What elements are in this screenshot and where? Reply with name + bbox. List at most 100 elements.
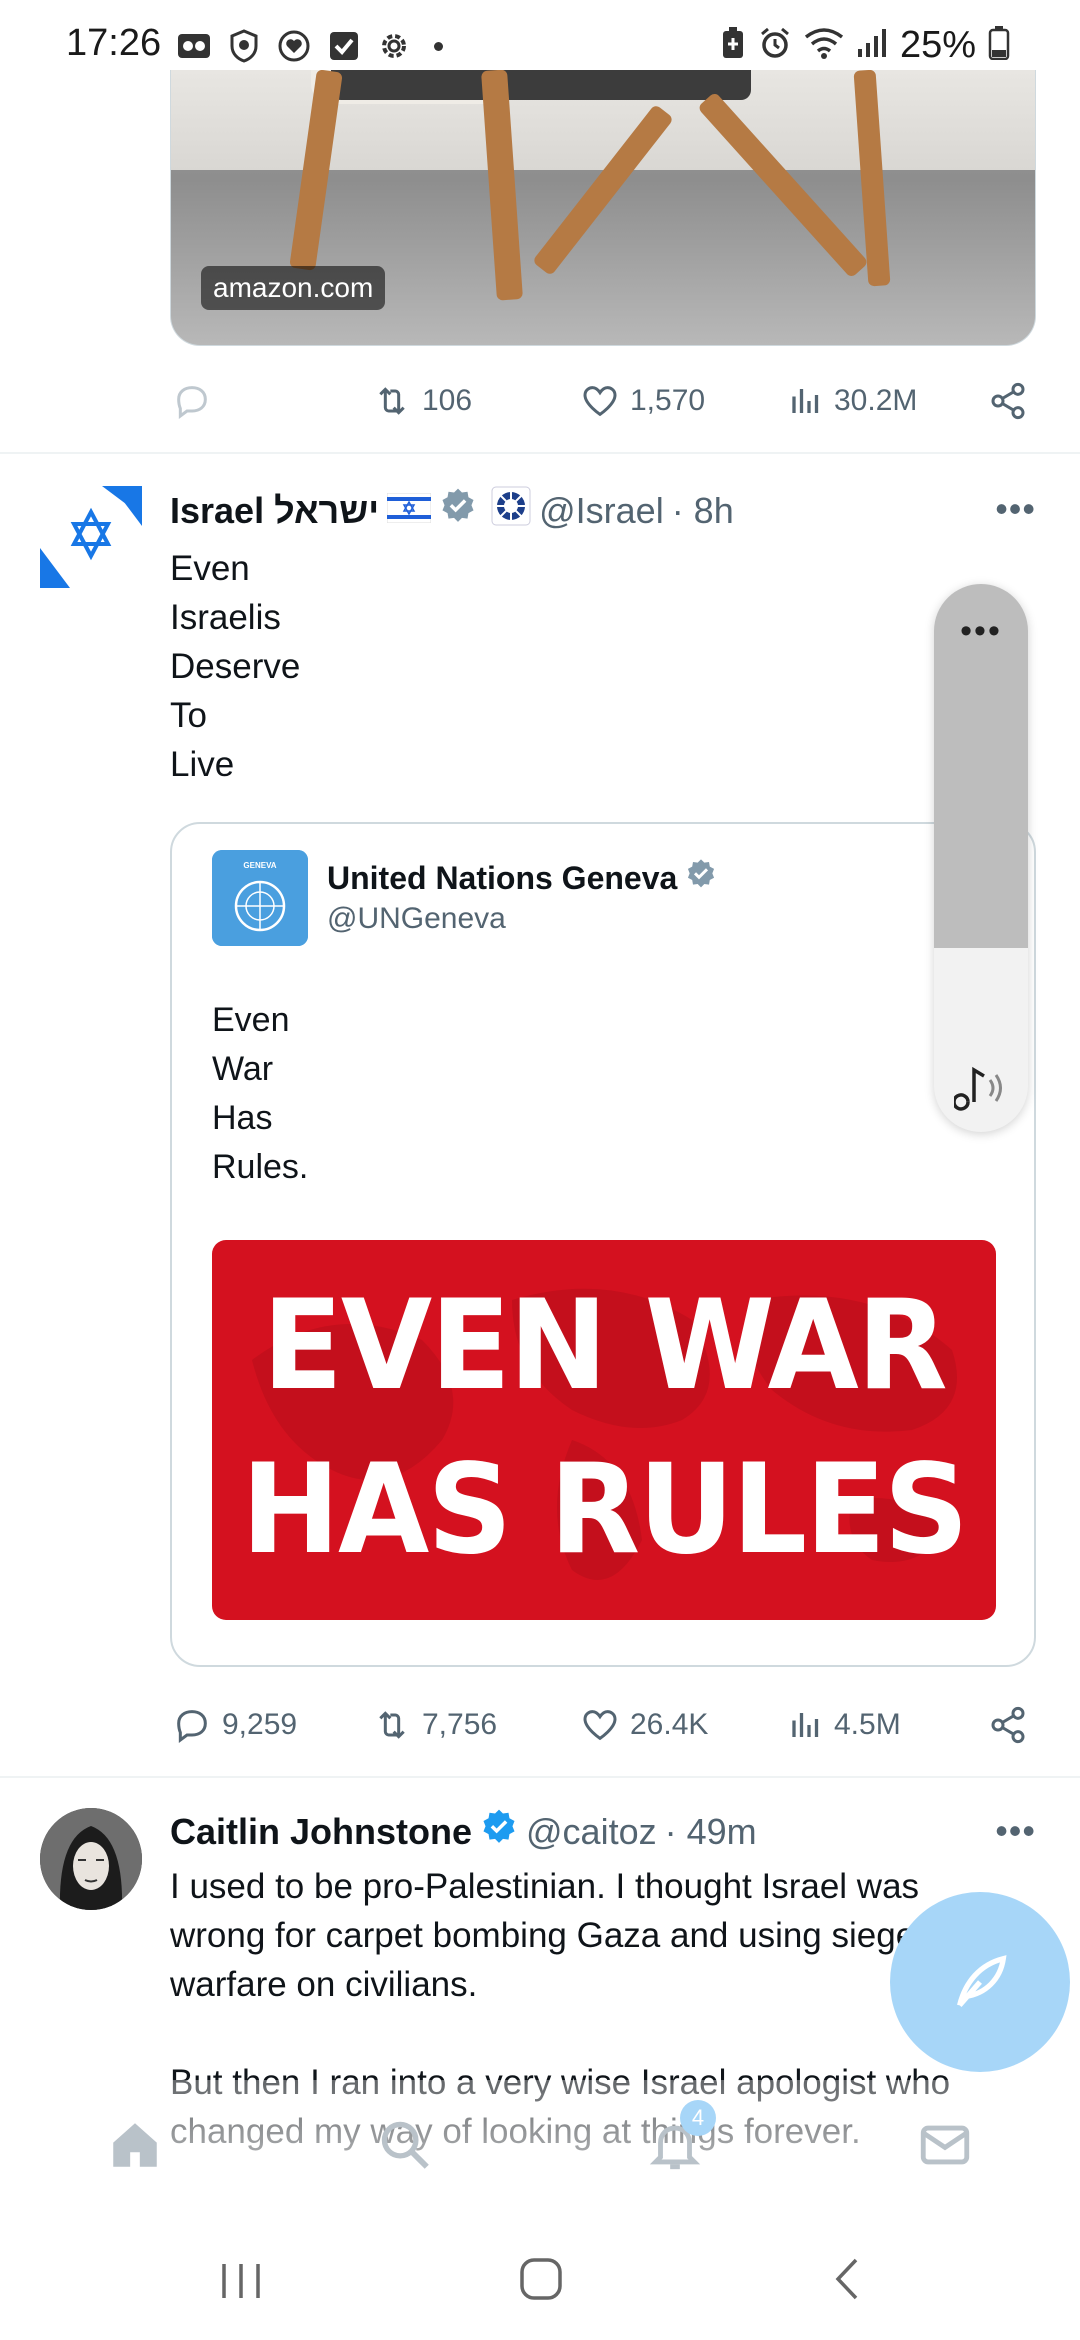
volume-more-button[interactable]: ••• [934,612,1028,651]
views-button[interactable]: 30.2M [788,381,917,421]
israel-flag-icon [386,490,432,532]
check-box-icon [326,28,362,64]
battery-saver-icon [720,26,746,65]
avatar[interactable] [40,1808,142,1910]
tweet3-header: Caitlin Johnstone @caitoz · 49m [170,1808,757,1855]
views-button[interactable]: 4.5M [788,1705,901,1745]
alarm-icon [758,26,792,65]
retweet-button[interactable]: 106 [372,381,472,421]
signal-icon [856,27,888,64]
un-geneva-avatar: GENEVA [212,850,308,946]
battery-percent: 25% [899,24,976,66]
wifi-icon [804,27,844,64]
heart-circle-icon [276,28,312,64]
share-icon [991,382,1025,420]
search-icon [381,2121,429,2169]
share-button[interactable] [988,381,1028,421]
quote-line: Rules. [212,1148,309,1186]
bottom-navigation: 4 [0,2080,1080,2210]
like-count: 26.4K [630,1708,709,1741]
mail-icon [920,2125,970,2165]
view-count: 4.5M [834,1708,901,1741]
search-tab[interactable] [376,2116,434,2179]
status-icons-right: 25% [720,24,1010,67]
media-source-badge[interactable]: amazon.com [201,266,386,310]
shield-icon [226,28,262,64]
quoted-tweet-image[interactable]: EVEN WAR HAS RULES [212,1240,996,1620]
feather-compose-icon [957,1955,1007,2008]
share-icon [991,1706,1025,1744]
home-tab[interactable] [106,2116,164,2179]
more-options-button[interactable]: ••• [995,488,1036,530]
messages-tab[interactable] [916,2116,974,2179]
image-text-line2: HAS RULES [241,1436,969,1582]
verified-badge-icon [480,1808,518,1855]
home-button[interactable] [518,2256,564,2307]
notification-badge: 4 [680,2100,716,2136]
tweet-line: Deserve [170,647,301,686]
quoted-author-name: United Nations Geneva [327,859,678,896]
author-name[interactable]: Israel ישראל [170,490,379,532]
quoted-tweet-card[interactable]: GENEVA United Nations Geneva @UNGeneva E… [170,822,1036,1667]
verified-gray-badge-icon [439,487,477,534]
quote-line: Has [212,1099,273,1137]
recent-apps-icon [222,2264,260,2298]
tweet-divider [0,452,1080,454]
tweet2-action-bar: 9,259 7,756 26.4K 4.5M [170,1700,1040,1750]
un-emblem-icon: GENEVA [212,850,308,946]
retweet-button[interactable]: 7,756 [372,1705,497,1745]
tweet1-action-bar: 106 1,570 30.2M [170,376,1040,426]
tweet-line: To [170,696,207,735]
views-chart-icon [792,1713,819,1737]
tweet-time[interactable]: · 49m [665,1811,757,1853]
heart-icon [583,386,617,417]
music-volume-icon[interactable] [952,1062,1010,1119]
recent-apps-button[interactable] [218,2260,264,2307]
reply-count: 9,259 [222,1708,298,1741]
tweet1-media-image[interactable]: amazon.com [170,70,1036,346]
reply-button[interactable] [172,381,222,421]
image-text-line1: EVEN WAR [262,1272,947,1418]
government-emblem-icon [491,486,531,535]
media-chair-seat [331,70,751,100]
avatar[interactable] [40,486,142,588]
retweet-count: 106 [422,384,473,417]
compose-tweet-button[interactable] [890,1892,1070,2072]
more-notifications-dot [434,41,443,51]
share-button[interactable] [988,1705,1028,1745]
like-button[interactable]: 1,570 [580,381,705,421]
quote-line: War [212,1050,274,1088]
back-button[interactable] [828,2256,868,2307]
quoted-author: United Nations Geneva [327,858,717,898]
tweet-line: Israelis [170,598,281,637]
reply-button[interactable]: 9,259 [172,1705,297,1745]
tweet2-body[interactable]: Even Israelis Deserve To Live [170,544,300,789]
retweet-count: 7,756 [422,1708,498,1741]
volume-panel[interactable]: ••• [934,584,1028,1132]
quoted-author-handle: @UNGeneva [327,902,506,935]
retweet-icon [379,387,405,415]
quoted-tweet-body: Even War Has Rules. [212,996,308,1192]
gear-icon [376,28,412,64]
view-count: 30.2M [834,384,918,417]
voicemail-icon [176,28,212,64]
israel-flag-avatar-icon [40,486,142,588]
home-icon [113,2123,157,2167]
reply-icon [177,1710,207,1743]
more-options-button[interactable]: ••• [995,1810,1036,1852]
author-name[interactable]: Caitlin Johnstone [170,1811,472,1853]
status-time: 17:26 [66,22,162,64]
heart-icon [583,1710,617,1741]
like-button[interactable]: 26.4K [580,1705,708,1745]
tweet-divider [0,1776,1080,1778]
like-count: 1,570 [630,384,706,417]
author-handle[interactable]: @caitoz [526,1811,657,1853]
tweet-time[interactable]: · 8h [672,490,734,532]
back-chevron-icon [835,2258,858,2300]
author-handle[interactable]: @Israel [539,490,664,532]
battery-icon [988,26,1010,65]
retweet-icon [379,1711,405,1739]
system-navigation-bar [0,2210,1080,2340]
views-chart-icon [792,389,819,413]
